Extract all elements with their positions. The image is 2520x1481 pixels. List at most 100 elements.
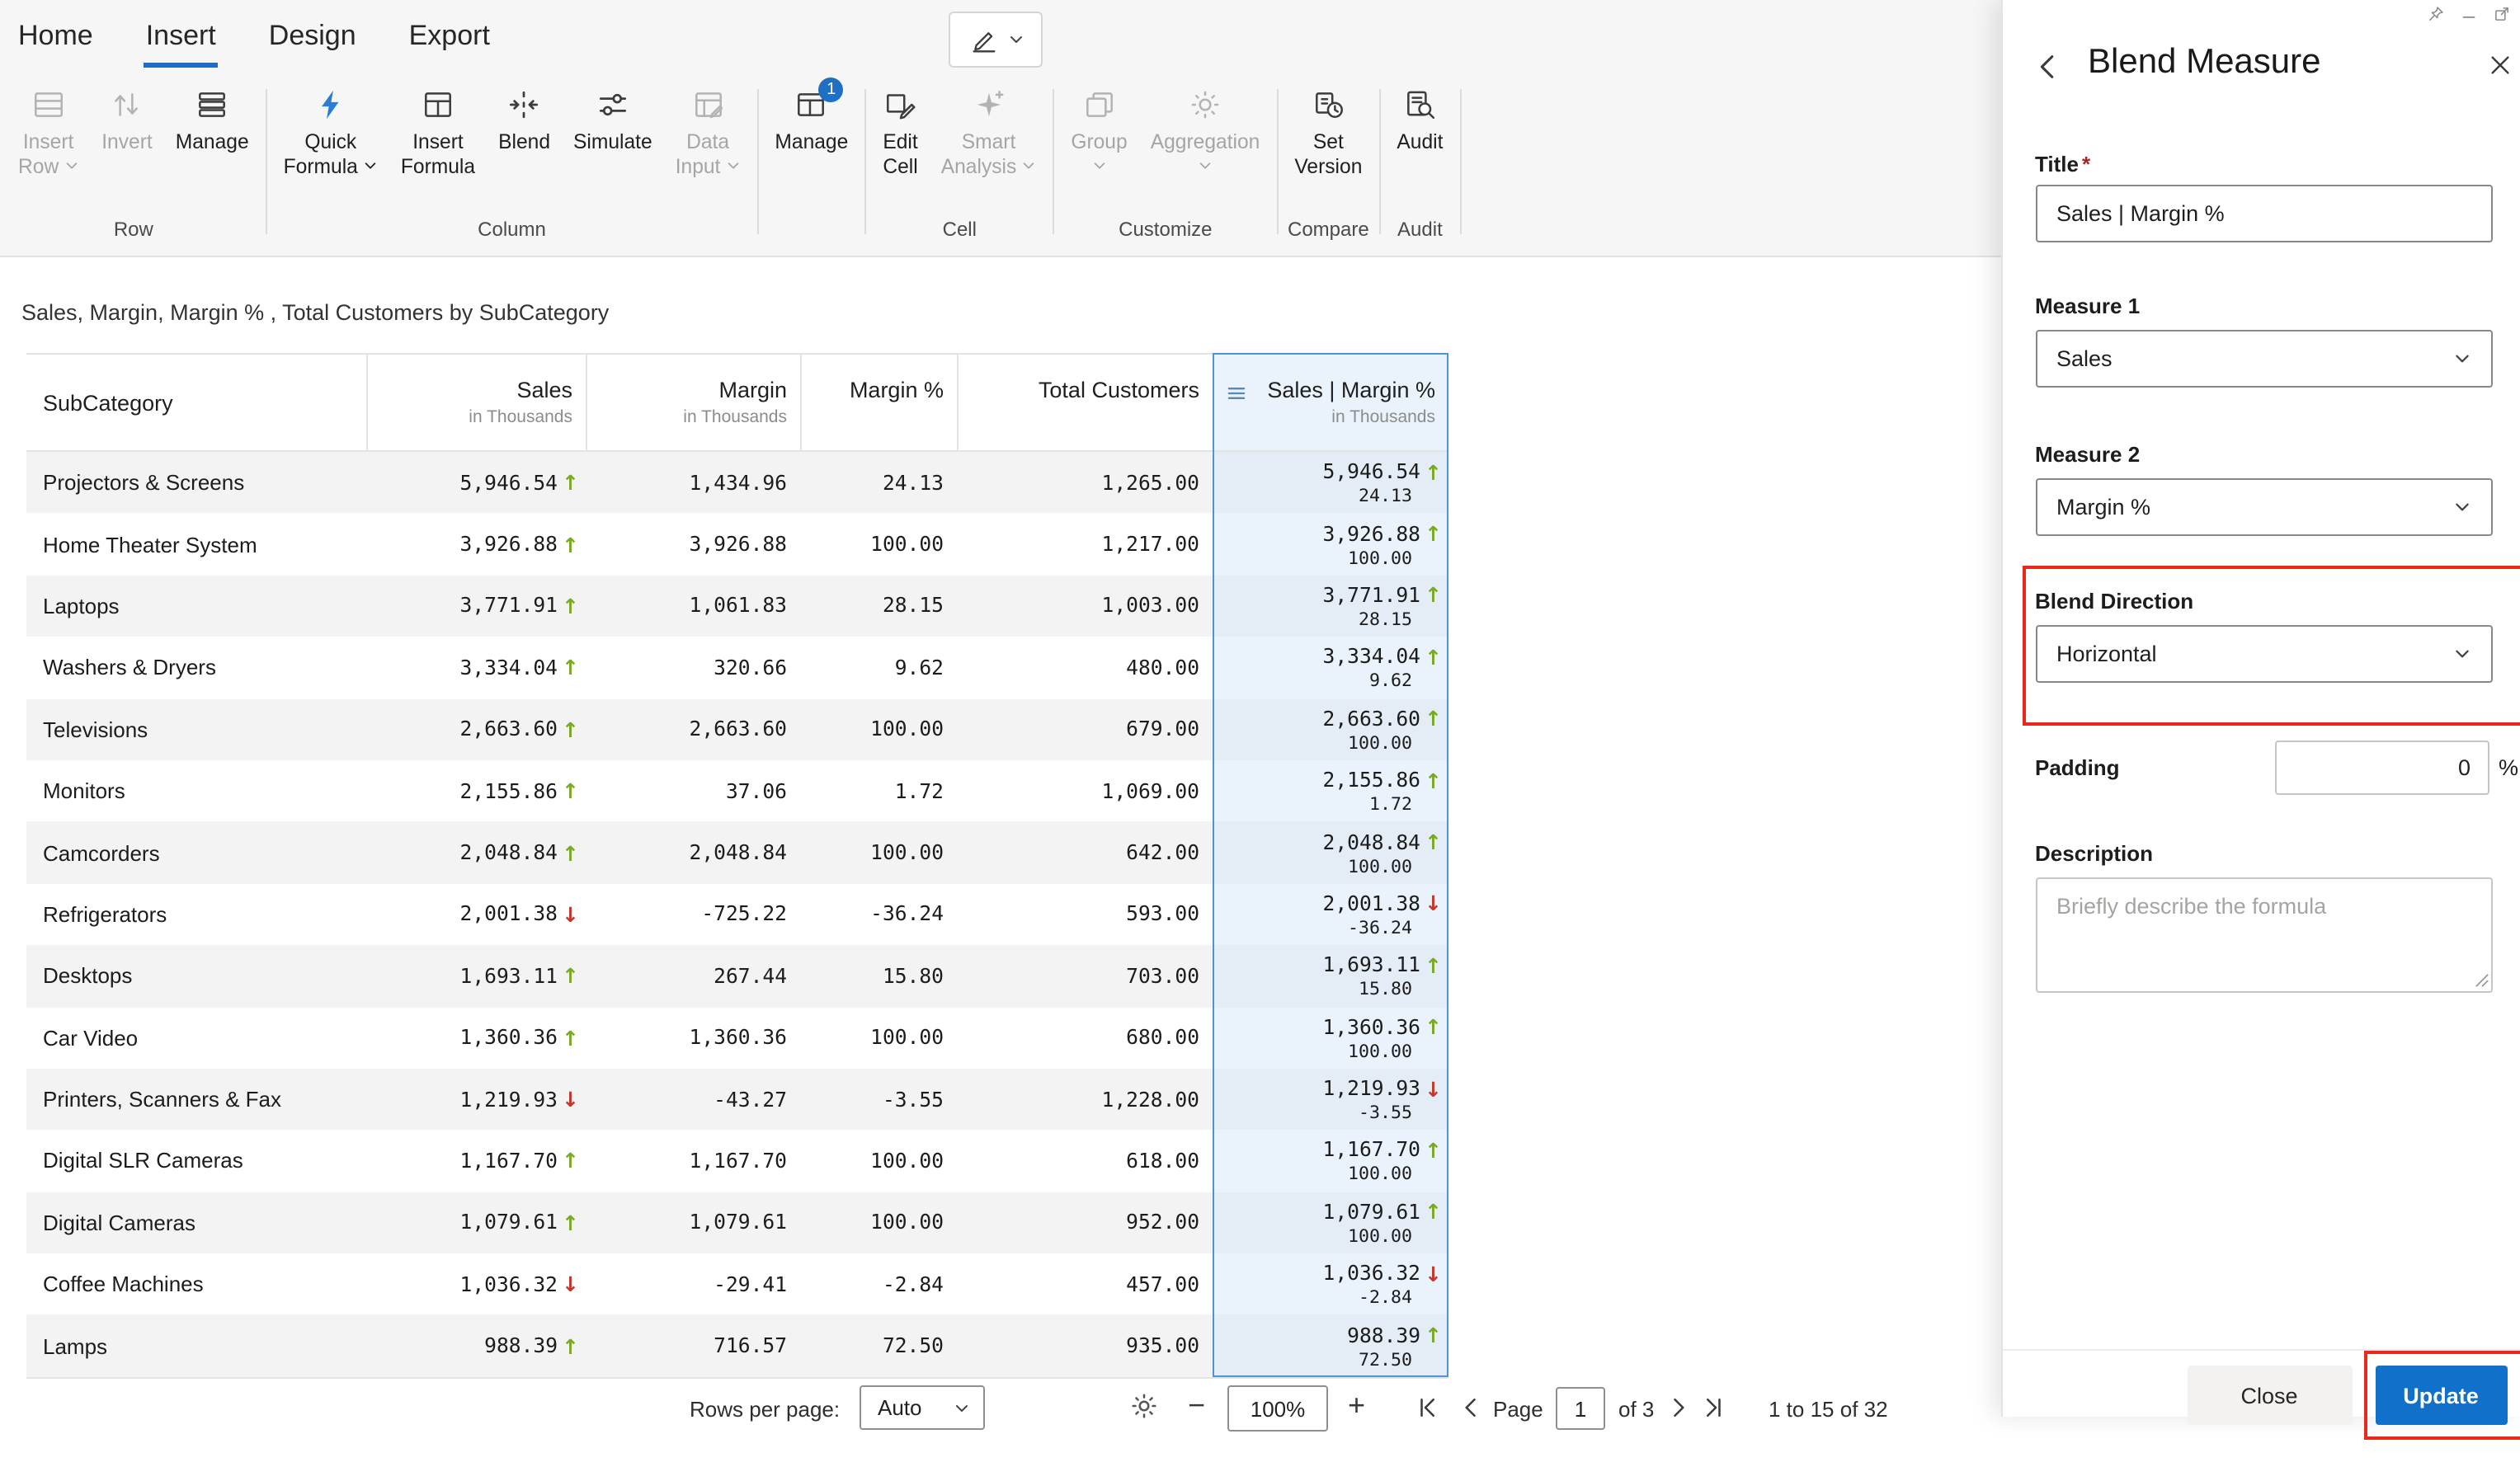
cell-blend: 1,693.11 ↑ 15.80	[1213, 945, 1448, 1008]
ribbon-button-data-input[interactable]: Data Input	[664, 84, 752, 181]
down-arrow-icon: ↓	[562, 1272, 579, 1297]
minimize-icon[interactable]	[2459, 5, 2477, 23]
column-header-sales[interactable]: Sales in Thousands	[366, 355, 586, 450]
ribbon-group: Insert Row Invert Manage Row	[7, 73, 261, 254]
drag-handle-icon[interactable]	[1226, 383, 1247, 404]
cell-margin-pct: 100.00	[870, 1026, 944, 1050]
down-arrow-icon: ↓	[562, 901, 579, 927]
measure2-select[interactable]: Margin %	[2035, 478, 2492, 536]
invert-icon	[110, 87, 144, 122]
ribbon-tab-design[interactable]: Design	[267, 16, 358, 68]
ribbon-button-quick-formula[interactable]: Quick Formula	[272, 84, 389, 181]
column-header-customers[interactable]: Total Customers	[957, 355, 1213, 450]
update-button[interactable]: Update	[2375, 1366, 2507, 1425]
pin-icon[interactable]	[2426, 5, 2444, 23]
ribbon-button-edit-cell[interactable]: Edit Cell	[871, 84, 929, 181]
blend-icon	[507, 87, 542, 122]
measure1-select[interactable]: Sales	[2035, 330, 2492, 388]
edit-dropdown-button[interactable]	[949, 12, 1043, 68]
measure2-label: Measure 2	[2035, 442, 2141, 467]
table-row[interactable]: Refrigerators 2,001.38 ↓ -725.22 -36.24 5…	[26, 883, 1448, 946]
table-row[interactable]: Projectors & Screens 5,946.54 ↑ 1,434.96 …	[26, 452, 1448, 514]
page-count-label: of 3	[1618, 1397, 1655, 1422]
table-row[interactable]: Lamps 988.39 ↑ 716.57 72.50 935.00 988.39…	[26, 1314, 1448, 1377]
cell-total-customers: 1,069.00	[1101, 779, 1199, 803]
insert-row-icon	[31, 87, 66, 122]
cell-margin: 37.06	[725, 779, 787, 803]
ribbon-button-blend[interactable]: Blend	[487, 84, 562, 157]
table-row[interactable]: Printers, Scanners & Fax 1,219.93 ↓ -43.2…	[26, 1068, 1448, 1131]
description-textarea[interactable]	[2035, 877, 2492, 993]
zoom-in-button[interactable]: +	[1348, 1389, 1365, 1422]
table-row[interactable]: Home Theater System 3,926.88 ↑ 3,926.88 1…	[26, 513, 1448, 576]
table-row[interactable]: Washers & Dryers 3,334.04 ↑ 320.66 9.62 4…	[26, 637, 1448, 699]
table-row[interactable]: Televisions 2,663.60 ↑ 2,663.60 100.00 67…	[26, 698, 1448, 760]
table-row[interactable]: Coffee Machines 1,036.32 ↓ -29.41 -2.84 4…	[26, 1253, 1448, 1315]
cell-subcategory: Printers, Scanners & Fax	[43, 1087, 281, 1112]
column-unit-label: in Thousands	[1331, 407, 1435, 427]
table-row[interactable]: Digital SLR Cameras 1,167.70 ↑ 1,167.70 1…	[26, 1130, 1448, 1192]
edit-cell-icon	[883, 87, 918, 122]
description-label: Description	[2035, 841, 2154, 866]
up-arrow-icon: ↑	[1425, 644, 1442, 670]
ribbon-tab-export[interactable]: Export	[407, 16, 492, 68]
settings-gear-icon[interactable]	[1130, 1392, 1158, 1420]
close-button[interactable]: Close	[2187, 1366, 2352, 1425]
resize-handle-icon[interactable]	[2474, 973, 2489, 988]
zoom-out-button[interactable]: −	[1188, 1389, 1205, 1422]
ribbon-button-group[interactable]: Group	[1059, 84, 1138, 181]
table-row[interactable]: Car Video 1,360.36 ↑ 1,360.36 100.00 680.…	[26, 1007, 1448, 1069]
ribbon-button-insert-row[interactable]: Insert Row	[7, 84, 90, 181]
title-input[interactable]	[2035, 185, 2492, 242]
column-header-subcategory[interactable]: SubCategory	[26, 355, 366, 450]
cell-subcategory: Coffee Machines	[43, 1272, 204, 1297]
ribbon-group-label: Row	[113, 218, 153, 241]
column-header-margin_pct[interactable]: Margin %	[800, 355, 957, 450]
blend-direction-select[interactable]: Horizontal	[2035, 625, 2492, 683]
ribbon-button-manage[interactable]: Manage	[164, 84, 261, 157]
data-input-icon	[690, 87, 725, 122]
ribbon-button-audit[interactable]: Audit	[1385, 84, 1454, 157]
ribbon-button-manage[interactable]: 1 Manage	[763, 78, 860, 157]
chevron-down-icon	[1007, 31, 1024, 48]
ribbon-separator	[1378, 89, 1381, 234]
ribbon-tab-home[interactable]: Home	[16, 16, 95, 68]
close-panel-button[interactable]	[2485, 51, 2513, 79]
back-button[interactable]	[2032, 51, 2063, 82]
up-arrow-icon: ↑	[562, 470, 579, 496]
column-header-margin[interactable]: Margin in Thousands	[586, 355, 800, 450]
table-header-row: SubCategory Sales in Thousands Margin in Tho…	[26, 353, 1448, 452]
ribbon-button-simulate[interactable]: Simulate	[562, 84, 664, 157]
column-header-blend[interactable]: Sales | Margin % in Thousands	[1213, 355, 1448, 450]
rows-per-page-select[interactable]: Auto	[860, 1385, 985, 1430]
table-row[interactable]: Laptops 3,771.91 ↑ 1,061.83 28.15 1,003.0…	[26, 575, 1448, 637]
smart-analysis-icon	[972, 87, 1006, 122]
chevron-down-icon	[2452, 645, 2471, 663]
table-row[interactable]: Desktops 1,693.11 ↑ 267.44 15.80 703.00 1…	[26, 945, 1448, 1008]
page-number-input[interactable]	[1556, 1387, 1605, 1430]
cell-subcategory: Home Theater System	[43, 532, 257, 557]
cell-margin-pct: 15.80	[882, 964, 944, 988]
ribbon-button-set-version[interactable]: Set Version	[1283, 84, 1373, 181]
ribbon-button-aggregation[interactable]: Aggregation	[1139, 84, 1272, 181]
ribbon-tab-insert[interactable]: Insert	[144, 16, 218, 68]
ribbon-button-smart-analysis[interactable]: Smart Analysis	[930, 84, 1048, 181]
cell-blend: 3,771.91 ↑ 28.15	[1213, 575, 1448, 637]
table-row[interactable]: Monitors 2,155.86 ↑ 37.06 1.72 1,069.00 2…	[26, 759, 1448, 822]
cell-total-customers: 952.00	[1126, 1211, 1199, 1234]
cell-blend: 1,036.32 ↓ -2.84	[1213, 1253, 1448, 1315]
up-arrow-icon: ↑	[562, 840, 579, 866]
down-arrow-icon: ↓	[1425, 1076, 1442, 1102]
table-row[interactable]: Digital Cameras 1,079.61 ↑ 1,079.61 100.0…	[26, 1192, 1448, 1254]
ribbon-group-label: Audit	[1397, 218, 1443, 241]
chevron-down-icon	[2452, 498, 2471, 516]
cell-sales: 2,001.38 ↓	[459, 901, 579, 927]
manage-rows-icon	[195, 87, 229, 122]
table-row[interactable]: Camcorders 2,048.84 ↑ 2,048.84 100.00 642…	[26, 821, 1448, 884]
ribbon-button-insert-formula[interactable]: Insert Formula	[389, 84, 487, 181]
measure2-value: Margin %	[2056, 495, 2151, 520]
ribbon-button-invert[interactable]: Invert	[90, 84, 164, 157]
cell-sales: 1,036.32 ↓	[459, 1272, 579, 1297]
popout-icon[interactable]	[2492, 5, 2510, 23]
padding-input[interactable]	[2274, 740, 2489, 795]
